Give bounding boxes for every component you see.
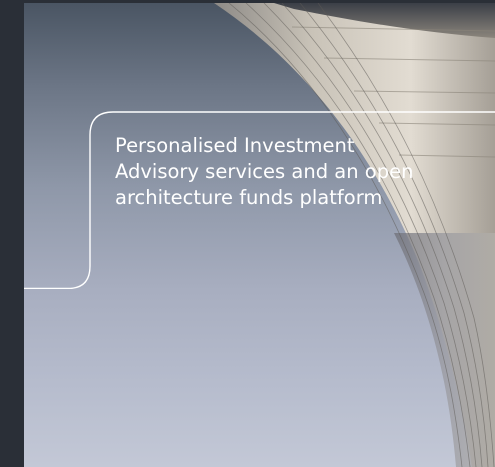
headline-line-3: architecture funds platform <box>115 186 383 209</box>
hero-image <box>24 3 495 467</box>
headline-line-2: Advisory services and an open <box>115 160 414 183</box>
headline-line-1: Personalised Investment <box>115 134 355 157</box>
building-facade-image <box>214 3 495 467</box>
hero-headline: Personalised Investment Advisory service… <box>115 133 455 211</box>
page: Personalised Investment Advisory service… <box>0 0 495 467</box>
